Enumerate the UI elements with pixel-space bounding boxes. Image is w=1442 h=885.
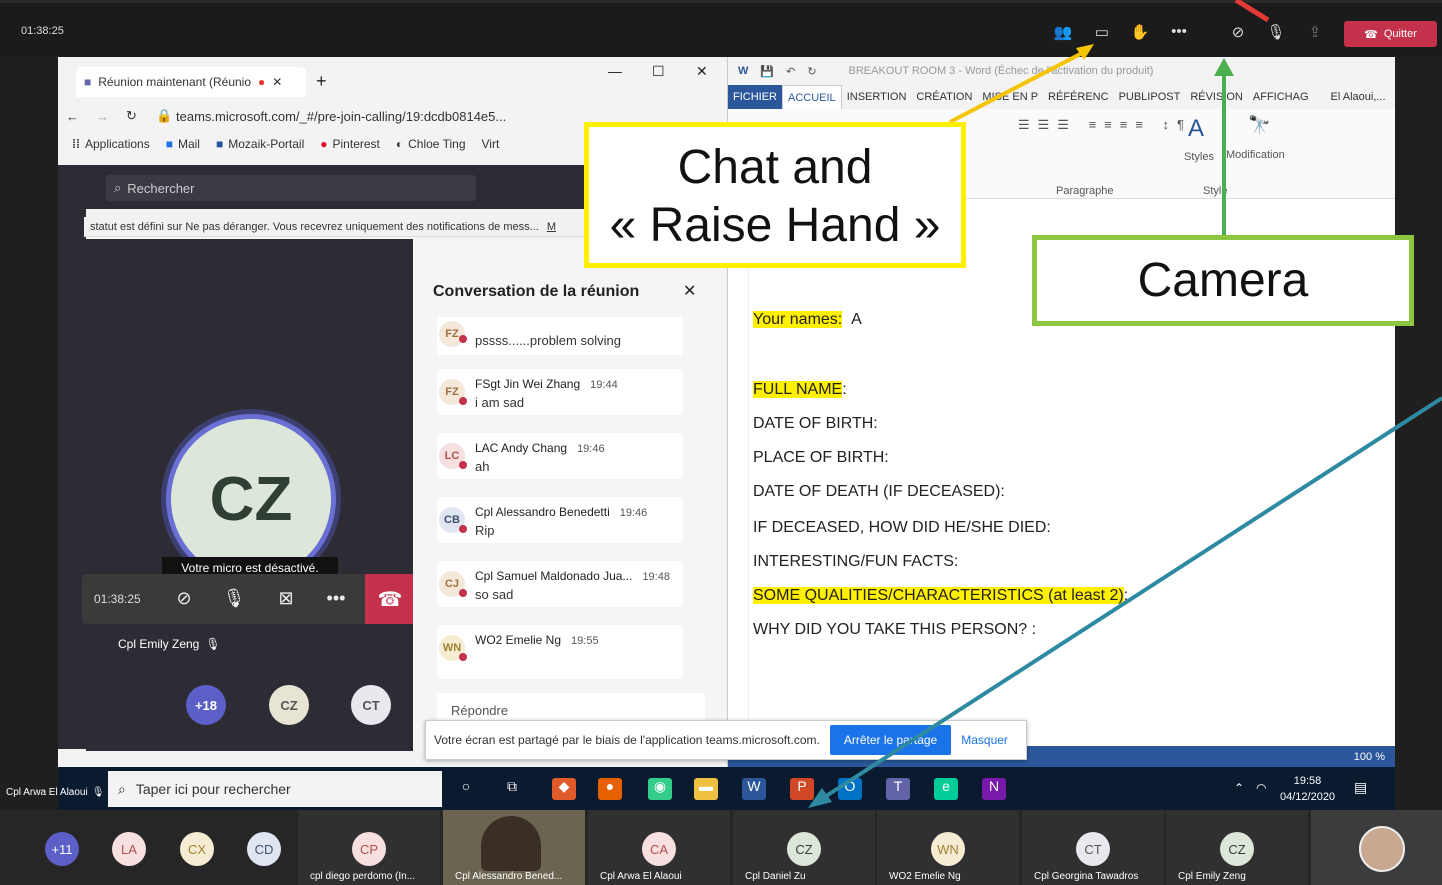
camera-callout: Camera <box>1032 235 1414 326</box>
chat-raise-hand-callout: Chat and « Raise Hand » <box>584 122 966 268</box>
teal-arrow <box>818 396 1442 802</box>
red-arrow <box>1234 0 1270 23</box>
teal-arrowhead <box>808 788 832 808</box>
yellow-arrowhead <box>1076 44 1094 60</box>
yellow-arrow <box>949 48 1089 124</box>
green-arrowhead <box>1214 58 1234 76</box>
